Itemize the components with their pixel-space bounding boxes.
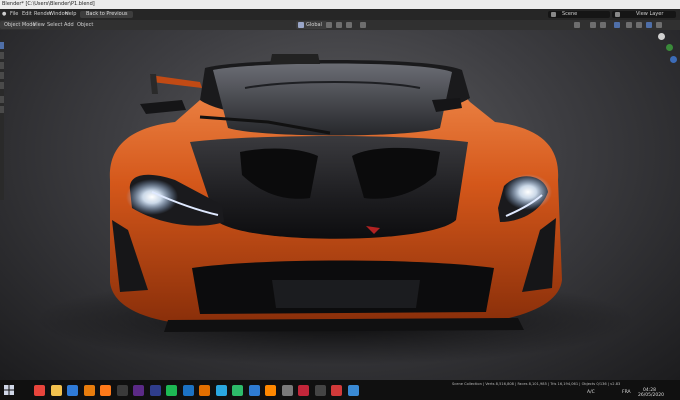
material-shading-icon[interactable] xyxy=(636,22,642,28)
overlay-toggle-icon[interactable] xyxy=(600,22,606,28)
dark-icon[interactable] xyxy=(314,385,326,396)
scene-label: Scene xyxy=(562,11,578,17)
visibility-icon[interactable] xyxy=(574,22,580,28)
music-icon[interactable] xyxy=(248,385,260,396)
network-icon[interactable] xyxy=(347,385,359,396)
orientation-icon xyxy=(298,22,304,28)
aftereffects-icon[interactable] xyxy=(149,385,161,396)
illustrator-icon[interactable] xyxy=(199,385,210,396)
gizmo-z-icon[interactable] xyxy=(658,33,665,40)
taskbar: Scene Collection | Verts 8,516,808 | Fac… xyxy=(0,380,680,400)
rendered-shading-icon[interactable] xyxy=(646,22,652,28)
language-indicator[interactable]: FRA xyxy=(622,390,631,395)
header-add[interactable]: Add xyxy=(64,20,74,30)
media-icon[interactable] xyxy=(116,385,128,396)
menu-file[interactable]: File xyxy=(10,9,18,20)
shading-options-icon[interactable] xyxy=(656,22,662,28)
window-title: Blender* [C:\Users\Blender\P1.blend] xyxy=(2,1,95,7)
premiere-icon[interactable] xyxy=(133,385,144,396)
photo-icon[interactable] xyxy=(298,385,309,396)
windows-start-icon[interactable] xyxy=(4,385,14,395)
firefox-icon[interactable] xyxy=(100,385,111,396)
proportional-edit-icon[interactable] xyxy=(360,22,366,28)
edge-icon[interactable] xyxy=(232,385,243,396)
spotify-icon[interactable] xyxy=(166,385,177,396)
windscreen xyxy=(213,63,452,136)
solid-shading-icon[interactable] xyxy=(626,22,632,28)
chrome-icon[interactable] xyxy=(34,385,45,396)
car-render xyxy=(35,54,635,365)
rotate-tool-icon[interactable] xyxy=(0,72,4,79)
mail-icon[interactable] xyxy=(67,385,78,396)
view-layer-selector[interactable]: View Layer xyxy=(612,11,676,18)
ime-indicator[interactable]: A/C xyxy=(587,390,595,395)
menu-bar: ● File Edit Render Window Help Back to P… xyxy=(0,9,680,20)
viewport-header: Object Mode View Select Add Object Globa… xyxy=(0,20,680,30)
header-view[interactable]: View xyxy=(33,20,45,30)
scene-selector[interactable]: Scene xyxy=(548,11,610,18)
cursor-tool-icon[interactable] xyxy=(0,52,4,59)
grille-mesh xyxy=(272,280,420,308)
store-icon[interactable] xyxy=(331,385,342,396)
vlc-icon[interactable] xyxy=(265,385,276,396)
gizmo-y-icon[interactable] xyxy=(666,44,673,51)
header-object[interactable]: Object xyxy=(77,20,93,30)
menu-edit[interactable]: Edit xyxy=(22,9,32,20)
header-select[interactable]: Select xyxy=(47,20,62,30)
3d-viewport[interactable] xyxy=(0,30,680,380)
scene-icon xyxy=(551,12,556,17)
annotate-tool-icon[interactable] xyxy=(0,96,4,103)
menu-help[interactable]: Help xyxy=(65,9,76,20)
title-bar: Blender* [C:\Users\Blender\P1.blend] xyxy=(0,0,680,9)
back-to-previous-button[interactable]: Back to Previous xyxy=(80,11,134,18)
left-mirror xyxy=(140,100,186,114)
folder-icon[interactable] xyxy=(50,385,62,396)
orientation-label: Global xyxy=(306,22,322,28)
scale-tool-icon[interactable] xyxy=(0,82,4,89)
view-layer-label: View Layer xyxy=(636,11,664,17)
xray-icon[interactable] xyxy=(614,22,620,28)
rear-wing xyxy=(150,75,202,88)
left-toolbar xyxy=(0,40,4,200)
clock-date[interactable]: 26/05/2020 xyxy=(638,393,664,398)
view-layer-icon xyxy=(615,12,620,17)
gizmo-toggle-icon[interactable] xyxy=(590,22,596,28)
move-tool-icon[interactable] xyxy=(0,62,4,69)
lamp-glow-left xyxy=(126,179,178,215)
scene-statistics: Scene Collection | Verts 8,516,808 | Fac… xyxy=(452,382,621,386)
snap-target-icon[interactable] xyxy=(346,22,352,28)
pivot-icon[interactable] xyxy=(326,22,332,28)
photoshop-icon[interactable] xyxy=(182,385,194,396)
app-icon[interactable] xyxy=(281,385,293,396)
select-tool-icon[interactable] xyxy=(0,42,4,49)
browser-icon[interactable] xyxy=(215,385,227,396)
blender-logo-icon[interactable]: ● xyxy=(2,9,6,20)
snap-icon[interactable] xyxy=(336,22,342,28)
measure-tool-icon[interactable] xyxy=(0,106,4,113)
blender-icon[interactable] xyxy=(83,385,95,396)
mode-label: Object Mode xyxy=(4,22,36,28)
front-splitter xyxy=(164,318,524,332)
gizmo-x-icon[interactable] xyxy=(670,56,677,63)
roof-scoop xyxy=(270,54,320,64)
